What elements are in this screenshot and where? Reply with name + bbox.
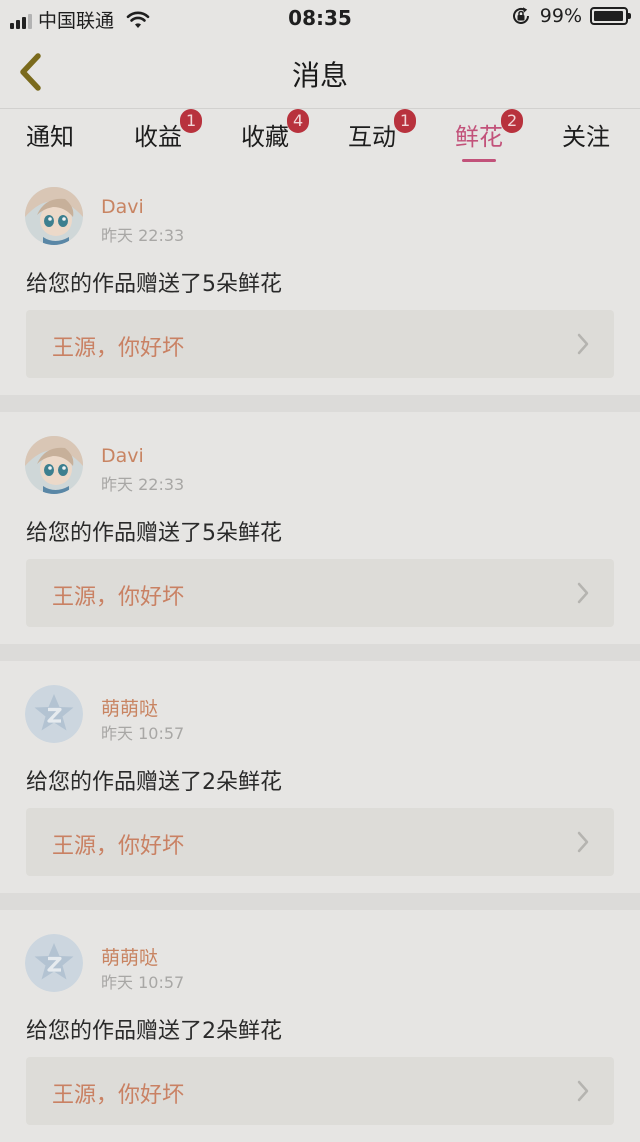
chevron-right-icon — [577, 333, 589, 355]
timestamp: 昨天 22:33 — [101, 226, 185, 245]
timestamp: 昨天 10:57 — [101, 973, 185, 992]
tab-label: 关注 — [562, 123, 610, 151]
tab-label: 互动 — [348, 123, 396, 151]
tab-notice[interactable]: 通知 — [26, 117, 74, 157]
qzone-star-avatar[interactable] — [25, 934, 83, 992]
message-text: 给您的作品赠送了2朵鲜花 — [26, 770, 282, 795]
tab-favorites[interactable]: 收藏 4 — [241, 109, 310, 157]
message-card: Davi 昨天 22:33 给您的作品赠送了5朵鲜花 王源，你好坏 — [0, 412, 640, 644]
sender-name[interactable]: 萌萌哒 — [101, 943, 158, 970]
unread-badge: 1 — [180, 109, 203, 133]
timestamp: 昨天 22:33 — [101, 475, 185, 494]
message-card: 萌萌哒 昨天 10:57 给您的作品赠送了2朵鲜花 王源，你好坏 — [0, 661, 640, 893]
chevron-right-icon — [577, 1080, 589, 1102]
unread-badge: 4 — [287, 109, 310, 133]
tab-label: 收益 — [134, 123, 182, 151]
timestamp: 昨天 10:57 — [101, 724, 185, 743]
tab-label: 鲜花 — [455, 123, 503, 151]
qzone-star-avatar[interactable] — [25, 685, 83, 743]
work-link[interactable]: 王源，你好坏 — [26, 808, 614, 876]
rotation-lock-icon — [512, 7, 529, 24]
message-text: 给您的作品赠送了2朵鲜花 — [26, 1019, 282, 1044]
tab-bar: 通知 收益 1 收藏 4 互动 1 鲜花 2 关注 — [0, 109, 640, 163]
tab-follow[interactable]: 关注 — [562, 117, 610, 157]
chevron-right-icon — [577, 582, 589, 604]
work-title: 王源，你好坏 — [52, 585, 185, 610]
chevron-right-icon — [577, 831, 589, 853]
unread-badge: 1 — [394, 109, 417, 133]
tab-earnings[interactable]: 收益 1 — [134, 109, 203, 157]
sender-name[interactable]: Davi — [101, 196, 144, 218]
work-link[interactable]: 王源，你好坏 — [26, 310, 614, 378]
sender-name[interactable]: Davi — [101, 445, 144, 467]
battery-icon — [590, 7, 631, 25]
unread-badge: 2 — [501, 109, 524, 133]
sender-name[interactable]: 萌萌哒 — [101, 694, 158, 721]
divider — [0, 395, 640, 412]
message-card: 萌萌哒 昨天 10:57 给您的作品赠送了2朵鲜花 王源，你好坏 — [0, 910, 640, 1142]
work-title: 王源，你好坏 — [52, 834, 185, 859]
tab-label: 收藏 — [241, 123, 289, 151]
message-card: Davi 昨天 22:33 给您的作品赠送了5朵鲜花 王源，你好坏 — [0, 163, 640, 395]
battery-percent: 99% — [539, 5, 582, 27]
work-title: 王源，你好坏 — [52, 1083, 185, 1108]
work-link[interactable]: 王源，你好坏 — [26, 1057, 614, 1125]
active-tab-indicator — [462, 159, 496, 162]
right-status: 99% — [510, 5, 631, 27]
work-link[interactable]: 王源，你好坏 — [26, 559, 614, 627]
divider — [0, 644, 640, 661]
message-text: 给您的作品赠送了5朵鲜花 — [26, 272, 282, 297]
anime-avatar[interactable] — [25, 436, 83, 494]
nav-bar: 消息 — [0, 36, 640, 109]
page-title: 消息 — [291, 59, 348, 92]
work-title: 王源，你好坏 — [52, 336, 185, 361]
status-bar: 中国联通 08:35 99% — [0, 0, 640, 36]
tab-label: 通知 — [26, 123, 74, 151]
tab-interaction[interactable]: 互动 1 — [348, 109, 417, 157]
divider — [0, 893, 640, 910]
message-text: 给您的作品赠送了5朵鲜花 — [26, 521, 282, 546]
tab-flowers[interactable]: 鲜花 2 — [455, 109, 524, 162]
anime-avatar[interactable] — [25, 187, 83, 245]
